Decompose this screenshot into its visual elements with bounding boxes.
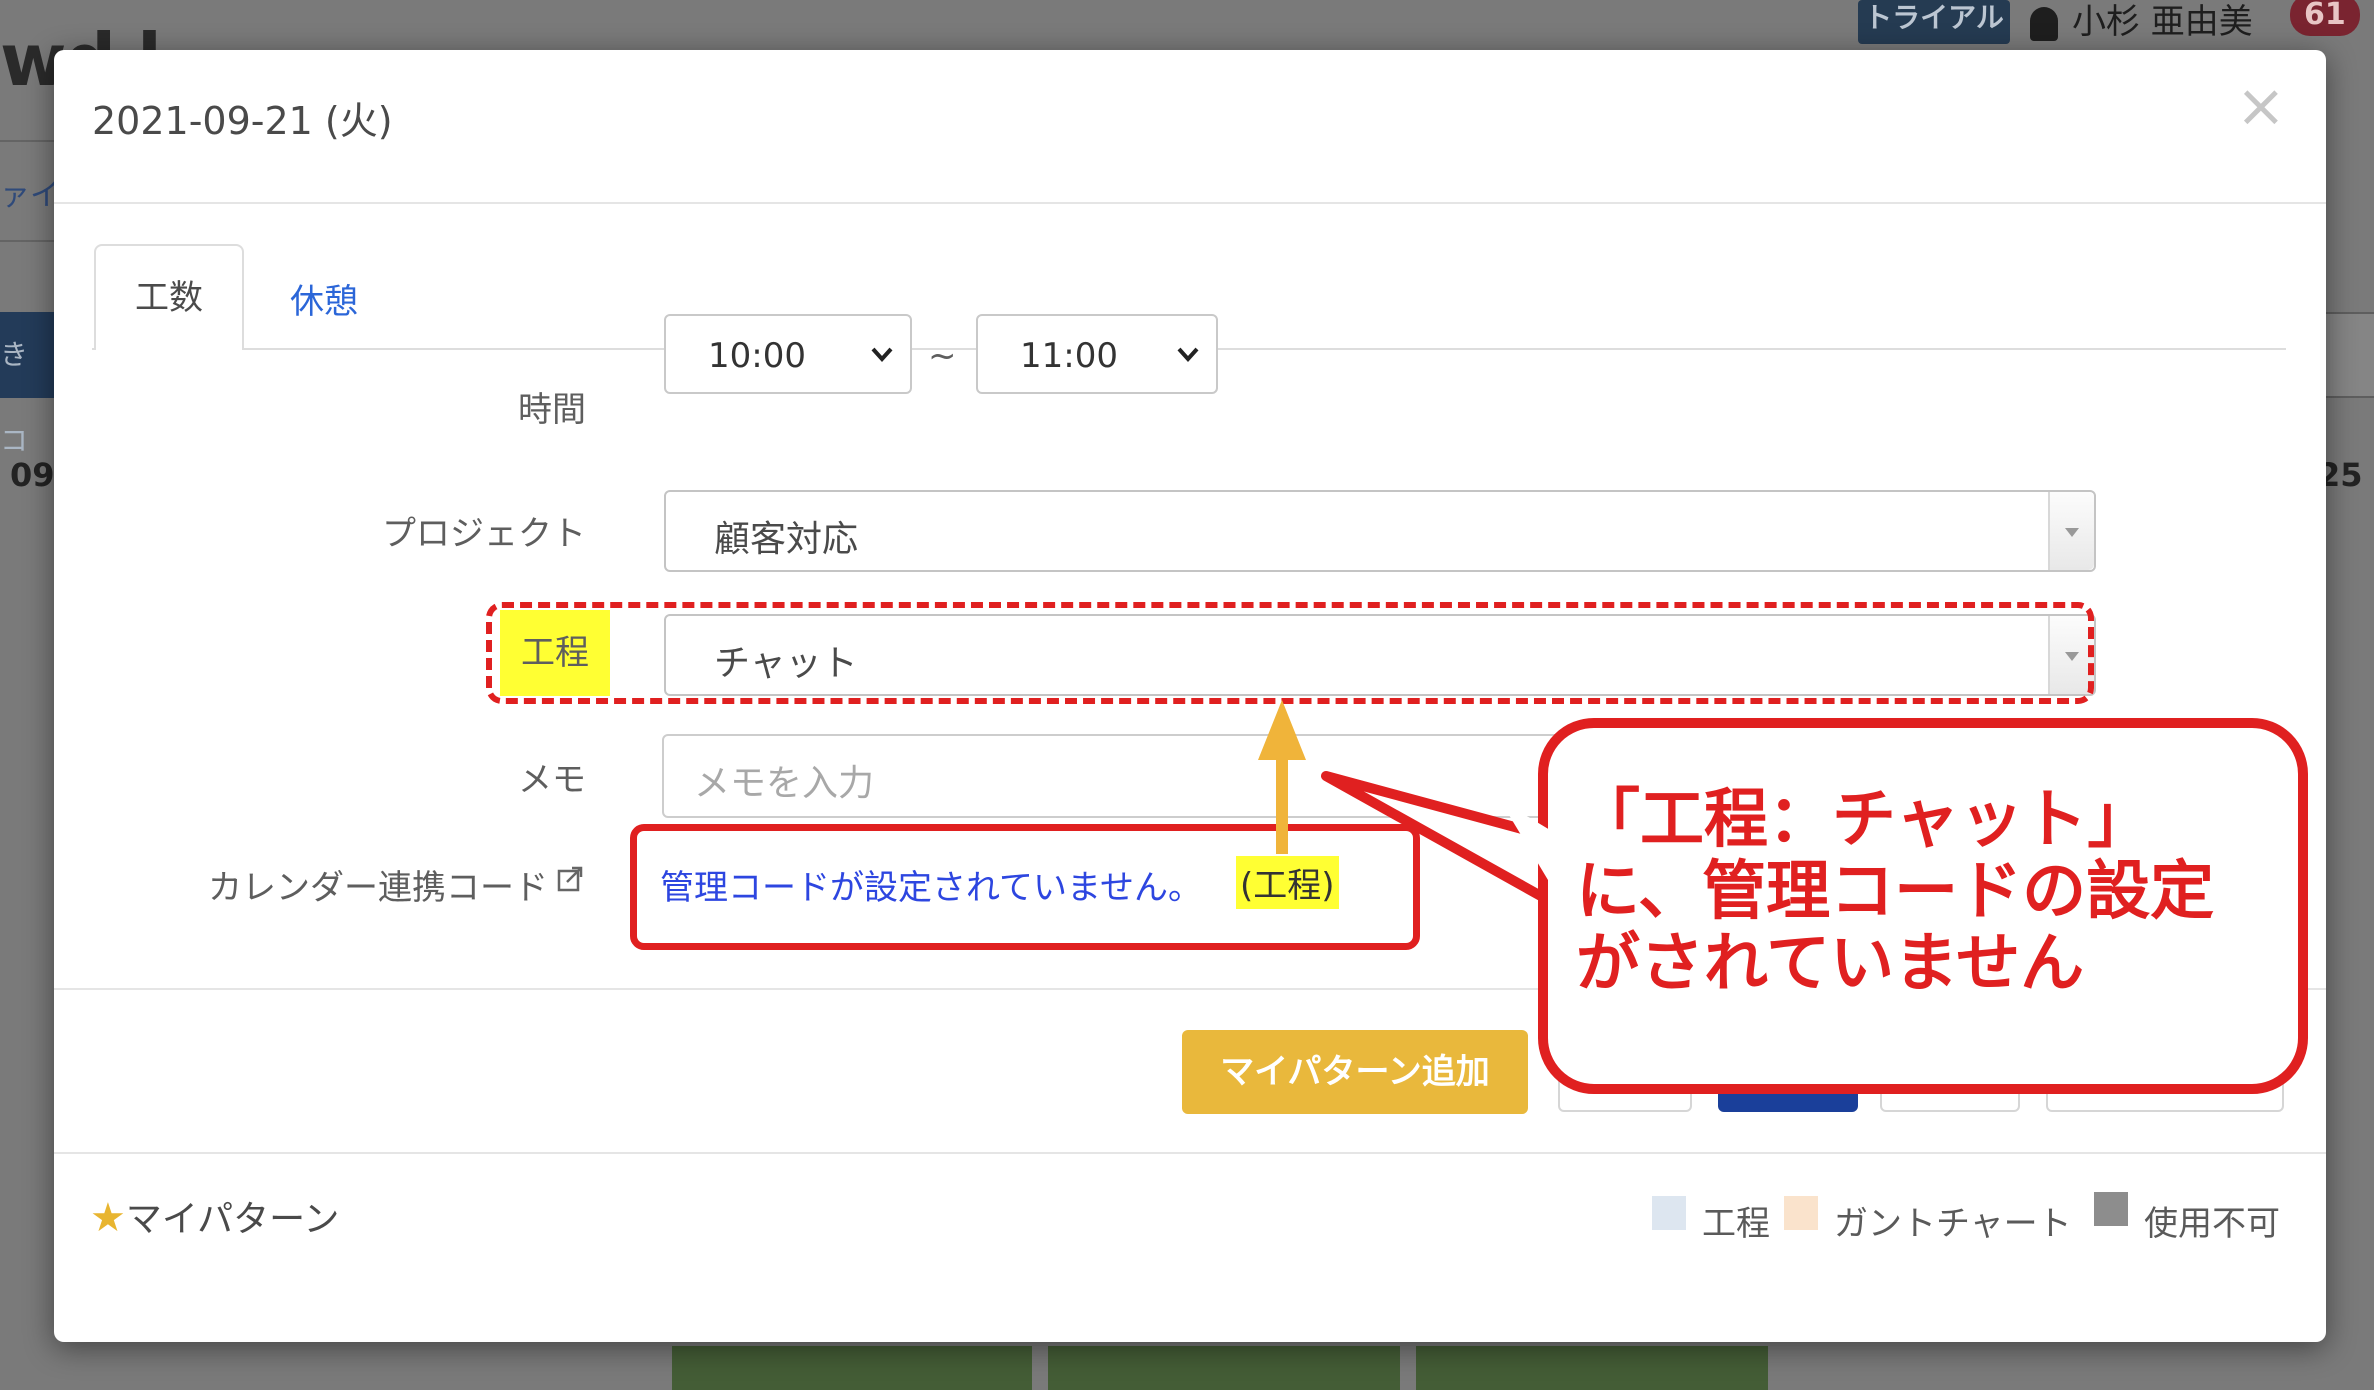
- background-date: 09: [10, 456, 55, 494]
- background-divider: [0, 240, 55, 242]
- background-bar: [1416, 1346, 1768, 1390]
- tab-label: 工数: [135, 278, 203, 318]
- project-label: プロジェクト: [382, 514, 586, 554]
- background-button: きコ: [0, 312, 55, 457]
- callout-tail-mask: [1500, 800, 1560, 900]
- legend-gantt-swatch: [1784, 1196, 1818, 1230]
- background-nav-link: ァイ: [0, 178, 60, 213]
- legend-process-swatch: [1652, 1196, 1686, 1230]
- user-icon: [2030, 6, 2058, 41]
- tab-break[interactable]: 休憩: [290, 274, 358, 323]
- calendar-code-label: カレンダー連携コード: [208, 868, 548, 908]
- trial-badge: トライアル: [1858, 0, 2010, 44]
- pattern-divider: [54, 1152, 2326, 1154]
- background-bar: [1048, 1346, 1400, 1390]
- dropdown-arrow-icon: [2048, 492, 2094, 570]
- end-time-select[interactable]: 11:00: [976, 314, 1218, 394]
- legend-unavailable-swatch: [2094, 1192, 2128, 1226]
- star-icon: ★: [90, 1195, 126, 1241]
- background-divider: [0, 140, 55, 142]
- notification-count-badge[interactable]: 61: [2290, 0, 2360, 36]
- time-label: 時間: [518, 390, 586, 430]
- external-link-icon[interactable]: [556, 866, 584, 894]
- memo-label: メモ: [518, 760, 586, 800]
- add-my-pattern-button[interactable]: マイパターン追加: [1182, 1030, 1528, 1114]
- background-control: [2322, 312, 2374, 398]
- legend-gantt-label: ガントチャート: [1834, 1204, 2072, 1244]
- my-pattern-label: マイパターン: [125, 1199, 340, 1240]
- start-time-select[interactable]: 10:00: [664, 314, 912, 394]
- time-separator: ~: [928, 336, 957, 376]
- callout-text: 「工程：チャット」に、管理コードの設定がされていません: [1576, 783, 2215, 1001]
- legend-unavailable-label: 使用不可: [2144, 1204, 2280, 1244]
- user-menu[interactable]: 小杉 亜由美: [2030, 0, 2253, 43]
- close-icon[interactable]: ×: [2236, 76, 2286, 136]
- background-bar: [672, 1346, 1032, 1390]
- calendar-code-highlight-box: [630, 824, 1420, 950]
- legend-process-label: 工程: [1702, 1204, 1770, 1244]
- project-value: 顧客対応: [714, 519, 859, 560]
- header-divider: [54, 202, 2326, 204]
- chevron-down-icon: [1177, 347, 1199, 362]
- my-pattern-heading: ★マイパターン: [90, 1190, 339, 1242]
- start-time-value: 10:00: [708, 336, 806, 376]
- project-select[interactable]: 顧客対応: [664, 490, 2096, 572]
- modal-title: 2021-09-21 (火): [92, 99, 393, 143]
- end-time-value: 11:00: [1020, 336, 1118, 376]
- memo-placeholder: メモを入力: [694, 763, 875, 804]
- user-name: 小杉 亜由美: [2072, 2, 2253, 42]
- chevron-down-icon: [871, 347, 893, 362]
- process-row-highlight-box: [486, 602, 2094, 704]
- tab-work-hours[interactable]: 工数: [94, 244, 244, 350]
